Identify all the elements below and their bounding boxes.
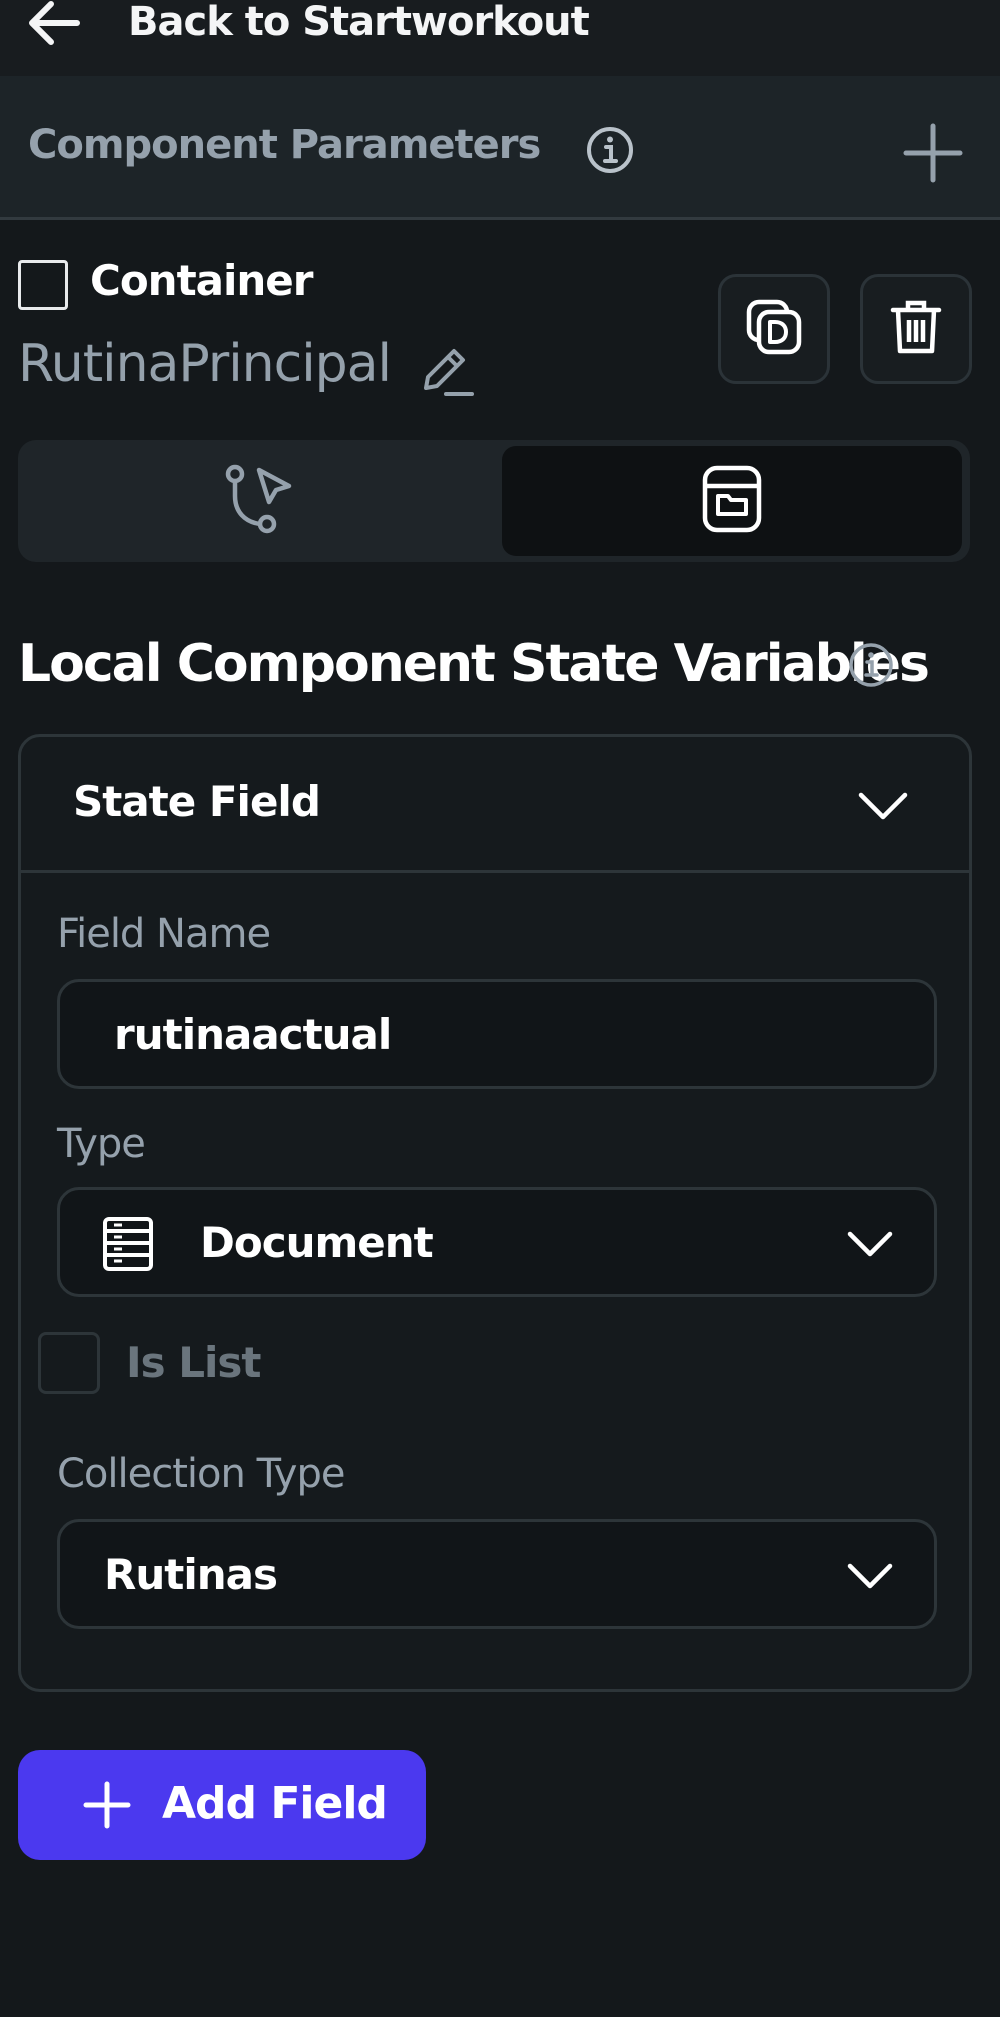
field-name-value: rutinaactual <box>114 1010 392 1059</box>
arrow-left-icon[interactable] <box>24 0 84 46</box>
duplicate-button[interactable] <box>718 274 830 384</box>
duplicate-icon <box>745 298 803 360</box>
chevron-down-icon[interactable] <box>853 775 913 835</box>
component-parameters-bar: Component Parameters <box>0 76 1000 220</box>
type-value: Document <box>200 1218 434 1267</box>
tab-actions[interactable] <box>18 440 502 562</box>
info-icon[interactable] <box>846 640 896 690</box>
is-list-checkbox[interactable] <box>38 1332 100 1394</box>
type-label: Type <box>57 1121 146 1167</box>
document-table-icon <box>100 1216 156 1272</box>
container-checkbox[interactable] <box>18 260 68 310</box>
component-parameters-title: Component Parameters <box>28 122 541 168</box>
add-field-button[interactable]: Add Field <box>18 1750 426 1860</box>
field-name-input[interactable]: rutinaactual <box>57 979 937 1089</box>
info-icon[interactable] <box>584 124 636 176</box>
trash-icon <box>890 299 942 359</box>
section-title: Local Component State Variables <box>18 634 930 694</box>
state-field-header[interactable]: State Field <box>21 737 969 873</box>
panel-tabs <box>18 440 970 562</box>
field-name-label: Field Name <box>57 911 271 957</box>
plus-icon <box>80 1778 134 1832</box>
chevron-down-icon <box>840 1214 900 1274</box>
widget-type-label: Container <box>90 256 313 305</box>
chevron-down-icon <box>840 1546 900 1606</box>
type-select[interactable]: Document <box>57 1187 937 1297</box>
component-name: RutinaPrincipal <box>18 334 392 394</box>
back-link[interactable]: Back to Startworkout <box>128 0 590 44</box>
add-field-label: Add Field <box>162 1778 388 1829</box>
actions-flow-icon <box>223 462 297 540</box>
state-field-title: State Field <box>73 777 321 826</box>
state-variables-icon <box>701 464 763 538</box>
delete-button[interactable] <box>860 274 972 384</box>
collection-type-select[interactable]: Rutinas <box>57 1519 937 1629</box>
state-field-card: State Field Field Name rutinaactual Type <box>18 734 972 1692</box>
is-list-label: Is List <box>126 1338 261 1387</box>
add-parameter-button[interactable] <box>902 122 964 184</box>
top-bar: Back to Startworkout <box>0 0 1000 76</box>
collection-type-label: Collection Type <box>57 1451 345 1497</box>
properties-panel: Back to Startworkout Component Parameter… <box>0 0 1000 2017</box>
collection-type-value: Rutinas <box>104 1550 278 1599</box>
tab-state-variables[interactable] <box>502 446 962 556</box>
pencil-icon[interactable] <box>416 340 476 400</box>
